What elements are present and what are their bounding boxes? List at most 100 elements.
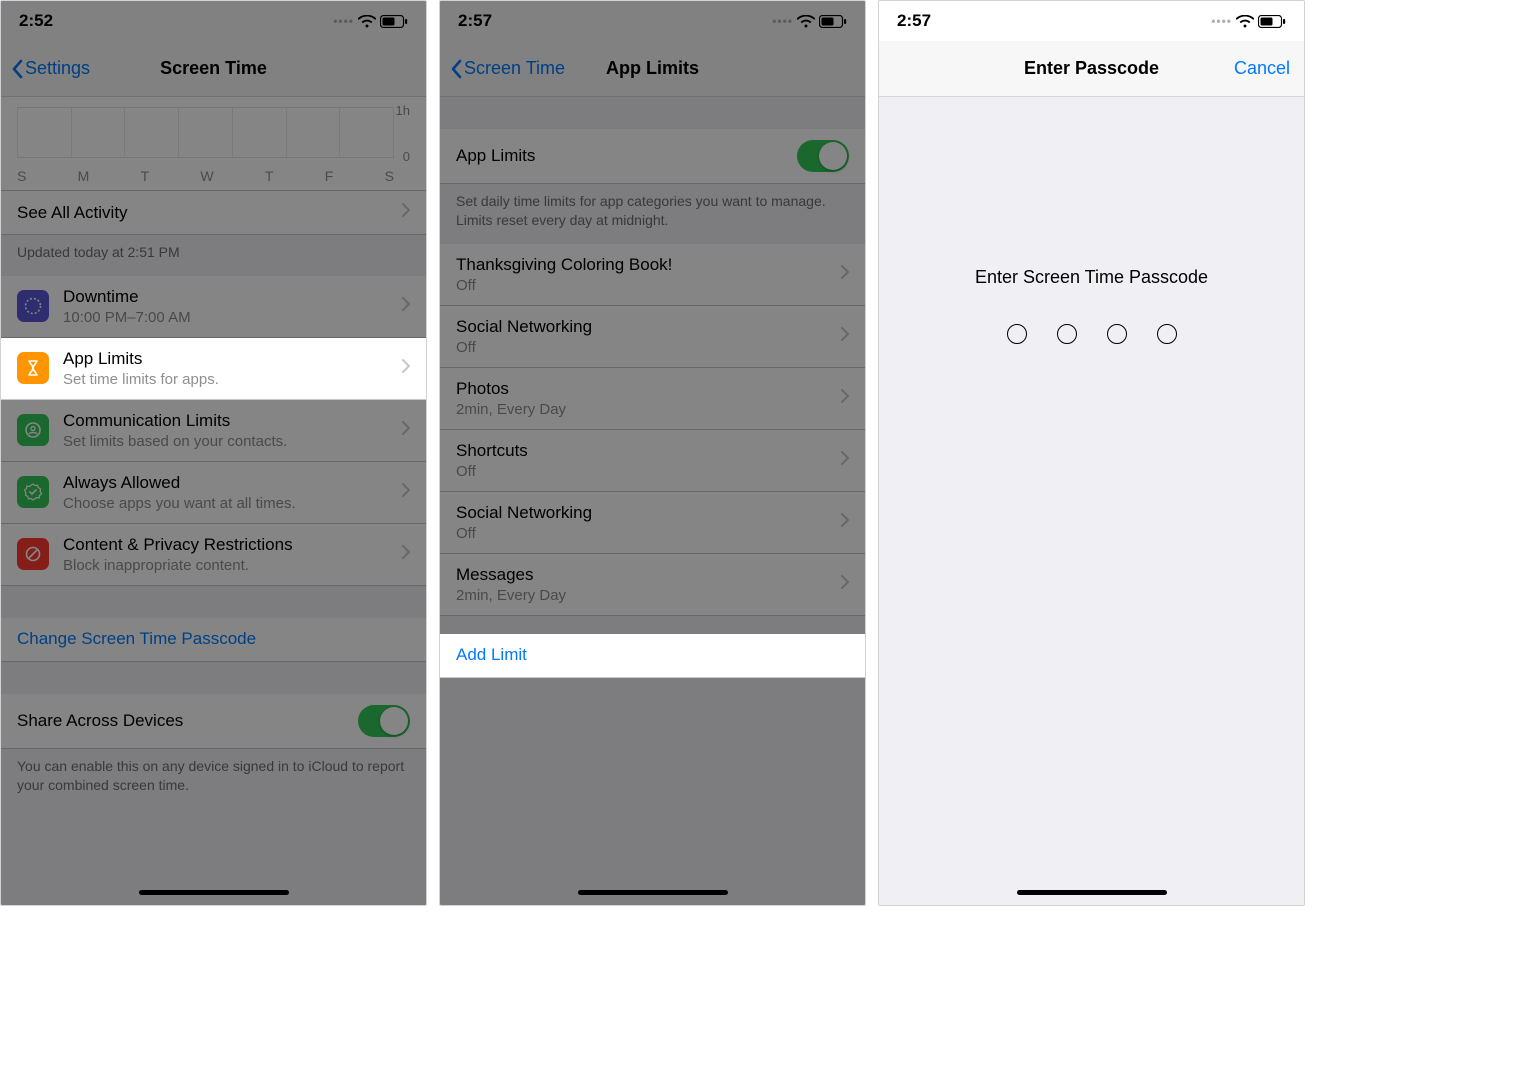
chevron-right-icon: [841, 389, 849, 408]
wifi-icon: [797, 15, 815, 28]
battery-icon: [380, 15, 408, 28]
page-title: App Limits: [440, 58, 865, 79]
chart-day: T: [141, 168, 150, 184]
chevron-right-icon: [402, 483, 410, 502]
passcode-area: Enter Screen Time Passcode: [879, 97, 1304, 905]
chevron-right-icon: [402, 359, 410, 378]
chevron-right-icon: [841, 327, 849, 346]
chevron-right-icon: [402, 203, 410, 222]
app-limits-toggle-row[interactable]: App Limits: [440, 129, 865, 184]
change-passcode-row[interactable]: Change Screen Time Passcode: [1, 618, 426, 662]
limit-title: Shortcuts: [456, 441, 841, 461]
status-icons: ••••: [1211, 14, 1286, 28]
limit-sub: Off: [456, 525, 841, 542]
passcode-dot: [1007, 324, 1027, 344]
limit-title: Social Networking: [456, 317, 841, 337]
communication-limits-row[interactable]: Communication Limits Set limits based on…: [1, 400, 426, 462]
app-limits-toggle[interactable]: [797, 140, 849, 172]
limit-row[interactable]: Social Networking Off: [440, 492, 865, 554]
always-allowed-row[interactable]: Always Allowed Choose apps you want at a…: [1, 462, 426, 524]
nav-bar: Settings Screen Time: [1, 41, 426, 97]
chart-day: W: [200, 168, 213, 184]
passcode-dots: [1007, 324, 1177, 344]
updated-footer: Updated today at 2:51 PM: [1, 235, 426, 276]
downtime-row[interactable]: Downtime 10:00 PM–7:00 AM: [1, 276, 426, 338]
cellular-icon: ••••: [1211, 14, 1232, 28]
cellular-icon: ••••: [772, 14, 793, 28]
chart-day: S: [17, 168, 26, 184]
status-time: 2:52: [19, 11, 53, 31]
nav-bar: Enter Passcode Cancel: [879, 41, 1304, 97]
limit-sub: 2min, Every Day: [456, 587, 841, 604]
screen-time-settings: 2:52 •••• Settings Screen Time 1h 0: [0, 0, 427, 906]
row-subtitle: Choose apps you want at all times.: [63, 495, 402, 512]
row-subtitle: Set time limits for apps.: [63, 371, 402, 388]
chevron-right-icon: [841, 265, 849, 284]
battery-icon: [819, 15, 847, 28]
cancel-button[interactable]: Cancel: [1234, 58, 1290, 79]
limit-row[interactable]: Social Networking Off: [440, 306, 865, 368]
home-indicator[interactable]: [578, 890, 728, 895]
chevron-right-icon: [841, 451, 849, 470]
chevron-right-icon: [841, 513, 849, 532]
app-limits-row[interactable]: App Limits Set time limits for apps.: [1, 338, 426, 400]
status-icons: ••••: [333, 14, 408, 28]
app-limits-screen: 2:57 •••• Screen Time App Limits App Lim…: [439, 0, 866, 906]
row-subtitle: Block inappropriate content.: [63, 557, 402, 574]
restrict-icon: [17, 538, 49, 570]
usage-chart: 1h 0 S M T W T F S: [1, 97, 426, 191]
limit-row[interactable]: Shortcuts Off: [440, 430, 865, 492]
enter-passcode-screen: 2:57 •••• Enter Passcode Cancel Enter Sc…: [878, 0, 1305, 906]
status-time: 2:57: [897, 11, 931, 31]
status-bar: 2:52 ••••: [1, 1, 426, 41]
limit-title: Photos: [456, 379, 841, 399]
cellular-icon: ••••: [333, 14, 354, 28]
wifi-icon: [1236, 15, 1254, 28]
wifi-icon: [358, 15, 376, 28]
chart-day: M: [78, 168, 90, 184]
limit-sub: Off: [456, 339, 841, 356]
content: App Limits Set daily time limits for app…: [440, 97, 865, 905]
battery-icon: [1258, 15, 1286, 28]
status-time: 2:57: [458, 11, 492, 31]
passcode-dot: [1157, 324, 1177, 344]
share-across-row[interactable]: Share Across Devices: [1, 694, 426, 749]
limit-title: Thanksgiving Coloring Book!: [456, 255, 841, 275]
share-across-label: Share Across Devices: [17, 711, 358, 731]
toggle-label: App Limits: [456, 146, 797, 166]
add-limit-row[interactable]: Add Limit: [440, 634, 865, 678]
home-indicator[interactable]: [1017, 890, 1167, 895]
checkmark-badge-icon: [17, 476, 49, 508]
communication-icon: [17, 414, 49, 446]
passcode-prompt: Enter Screen Time Passcode: [975, 267, 1208, 288]
row-title: App Limits: [63, 349, 402, 369]
limit-row[interactable]: Photos 2min, Every Day: [440, 368, 865, 430]
row-title: Content & Privacy Restrictions: [63, 535, 402, 555]
limit-title: Messages: [456, 565, 841, 585]
content-privacy-row[interactable]: Content & Privacy Restrictions Block ina…: [1, 524, 426, 586]
see-all-label: See All Activity: [17, 203, 402, 223]
row-subtitle: 10:00 PM–7:00 AM: [63, 309, 402, 326]
row-title: Downtime: [63, 287, 402, 307]
see-all-activity-row[interactable]: See All Activity: [1, 191, 426, 235]
home-indicator[interactable]: [139, 890, 289, 895]
chart-zero-label: 0: [403, 149, 410, 164]
share-footer: You can enable this on any device signed…: [1, 749, 426, 809]
add-limit-label: Add Limit: [456, 645, 849, 665]
status-bar: 2:57 ••••: [879, 1, 1304, 41]
chart-max-label: 1h: [396, 103, 410, 118]
toggle-footer: Set daily time limits for app categories…: [440, 184, 865, 244]
limit-title: Social Networking: [456, 503, 841, 523]
chevron-right-icon: [402, 297, 410, 316]
chevron-right-icon: [402, 545, 410, 564]
limit-row[interactable]: Thanksgiving Coloring Book! Off: [440, 244, 865, 306]
chart-day: F: [325, 168, 334, 184]
share-across-toggle[interactable]: [358, 705, 410, 737]
chart-day: T: [265, 168, 274, 184]
chevron-right-icon: [841, 575, 849, 594]
downtime-icon: [17, 290, 49, 322]
status-icons: ••••: [772, 14, 847, 28]
page-title: Screen Time: [1, 58, 426, 79]
hourglass-icon: [17, 352, 49, 384]
limit-row[interactable]: Messages 2min, Every Day: [440, 554, 865, 616]
